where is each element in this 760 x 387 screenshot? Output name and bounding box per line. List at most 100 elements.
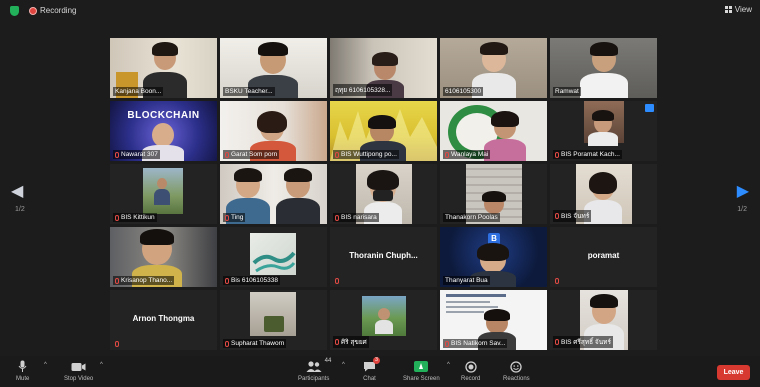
mic-off-icon — [225, 214, 229, 221]
page-indicator-right: 1/2 — [737, 206, 747, 213]
participant-name: Wanlaya Mai — [443, 150, 491, 159]
participant-tile[interactable]: BIS Natikorn Sav... — [440, 290, 547, 350]
record-button[interactable]: Record — [461, 359, 480, 382]
leave-button[interactable]: Leave — [717, 365, 750, 380]
chat-badge: 3 — [373, 357, 380, 364]
mic-off-icon — [445, 340, 449, 347]
participant-name: Garat Som porn — [223, 150, 280, 159]
mic-off-icon — [555, 151, 559, 158]
participant-name: BIS จันทร์ — [553, 210, 592, 222]
view-button[interactable]: View — [724, 5, 752, 14]
participants-button[interactable]: 44 Participants — [298, 358, 332, 382]
reactions-icon — [510, 359, 522, 374]
participant-tile[interactable]: 6106105300 — [440, 38, 547, 98]
video-camera-icon — [71, 359, 86, 374]
participant-tile[interactable]: BSKU Teacher... — [220, 38, 327, 98]
share-screen-icon — [414, 359, 429, 374]
gallery-view-icon — [724, 6, 732, 13]
chevron-up-icon[interactable]: ^ — [100, 362, 103, 368]
share-screen-button[interactable]: Share Screen — [403, 359, 440, 382]
mic-off-icon — [115, 341, 119, 347]
participant-tile[interactable]: Supharat Thaworn — [220, 290, 327, 350]
participant-tile[interactable]: Thoranin Chuph... — [330, 227, 437, 287]
participant-name: 6106105300 — [443, 87, 484, 96]
participant-display-name: poramat — [587, 251, 620, 260]
participant-tile[interactable]: BIS จันทร์ — [550, 164, 657, 224]
face-mask — [373, 190, 393, 201]
chevron-left-icon[interactable]: ◀ — [11, 184, 23, 200]
participant-tile[interactable]: Wanlaya Mai — [440, 101, 547, 161]
chevron-right-icon[interactable]: ▶ — [737, 184, 749, 200]
mic-off-icon — [445, 151, 449, 158]
device-image — [264, 316, 284, 332]
participant-tile[interactable]: BIS Poramat Kach... — [550, 101, 657, 161]
mic-off-icon — [555, 339, 559, 345]
participant-name: Bis 6106105338 — [223, 276, 280, 285]
participant-tile[interactable]: Ramwat — [550, 38, 657, 98]
participant-name: Krisanop Thano... — [113, 276, 175, 285]
participant-tile[interactable]: BLOCKCHAIN Nawarat 307 — [110, 101, 217, 161]
participant-tile[interactable]: ศิริ สุขยศ — [330, 290, 437, 350]
mic-off-icon — [115, 277, 119, 284]
participant-tile[interactable]: BIS narisara — [330, 164, 437, 224]
meeting-toolbar: Mute ^ Stop Video ^ 44 Participants ^ 3 … — [0, 356, 760, 387]
participant-tile[interactable]: Krisanop Thano... — [110, 227, 217, 287]
recording-label: Recording — [40, 6, 77, 15]
microphone-icon — [18, 359, 27, 374]
mute-button[interactable]: Mute — [16, 359, 29, 382]
participant-name: BIS Natikorn Sav... — [443, 339, 508, 348]
mic-off-icon — [335, 151, 339, 158]
participant-name — [113, 340, 123, 348]
mic-off-icon — [335, 214, 339, 221]
participant-name: BIS narisara — [333, 213, 379, 222]
participant-tile[interactable]: Ting — [220, 164, 327, 224]
stop-video-button[interactable]: Stop Video — [64, 359, 93, 382]
participant-name — [333, 277, 343, 285]
reactions-button[interactable]: Reactions — [503, 359, 530, 382]
participant-tile[interactable]: B Thanyarat Bua — [440, 227, 547, 287]
mic-off-icon — [555, 278, 559, 284]
top-bar: Recording View — [0, 0, 760, 22]
mic-off-icon — [225, 340, 229, 347]
participant-name — [553, 277, 563, 285]
shield-icon[interactable] — [10, 6, 19, 16]
chevron-up-icon[interactable]: ^ — [342, 362, 345, 368]
mic-off-icon — [225, 277, 229, 284]
chevron-up-icon[interactable]: ^ — [447, 362, 450, 368]
mic-off-icon — [225, 151, 229, 158]
participant-tile[interactable]: BIS Kittikun — [110, 164, 217, 224]
participant-tile[interactable]: poramat — [550, 227, 657, 287]
participant-name: Nawarat 307 — [113, 150, 160, 159]
mic-off-icon — [555, 213, 559, 219]
participant-name: BIS ศรีสุทธิ์ จันทร์ — [553, 336, 613, 348]
record-icon — [29, 7, 37, 15]
participant-tile[interactable]: Kanjana Boon... — [110, 38, 217, 98]
page-indicator-left: 1/2 — [15, 206, 25, 213]
participant-name: Supharat Thaworn — [223, 339, 287, 348]
chevron-up-icon[interactable]: ^ — [44, 362, 47, 368]
participant-name: Thanakorn Poolas — [443, 213, 500, 222]
participant-display-name: Thoranin Chuph... — [349, 251, 418, 260]
participant-display-name: Arnon Thongma — [132, 314, 195, 323]
chat-button[interactable]: 3 Chat — [363, 357, 380, 382]
participant-tile[interactable]: ฤทุย 6106105328... — [330, 38, 437, 98]
chat-icon: 3 — [363, 357, 380, 374]
record-button-icon — [465, 359, 477, 374]
participant-name: ศิริ สุขยศ — [333, 336, 369, 348]
participant-tile[interactable]: Thanakorn Poolas — [440, 164, 547, 224]
mic-off-icon — [335, 339, 339, 345]
participant-tile[interactable]: BIS ศรีสุทธิ์ จันทร์ — [550, 290, 657, 350]
participant-name: BSKU Teacher... — [223, 87, 275, 96]
mic-off-icon — [335, 278, 339, 284]
participant-tile[interactable]: Garat Som porn — [220, 101, 327, 161]
participants-count: 44 — [324, 358, 332, 364]
gallery-grid: Kanjana Boon... BSKU Teacher... ฤทุย 610… — [110, 38, 658, 350]
participant-name: BIS Kittikun — [113, 213, 157, 222]
more-options-icon[interactable] — [645, 104, 654, 112]
participant-name: BIS Wuttipong po... — [333, 150, 399, 159]
participant-tile[interactable]: Bis 6106105338 — [220, 227, 327, 287]
participant-tile[interactable]: BIS Wuttipong po... — [330, 101, 437, 161]
participant-tile[interactable]: Arnon Thongma — [110, 290, 217, 350]
view-label: View — [734, 5, 752, 14]
participant-name: Thanyarat Bua — [443, 276, 490, 285]
